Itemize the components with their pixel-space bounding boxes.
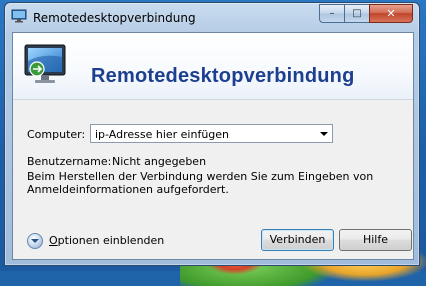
show-options-accelerator: O — [49, 234, 58, 247]
minimize-icon: – — [329, 7, 335, 19]
remote-desktop-icon[interactable] — [11, 9, 27, 23]
caption-buttons: – □ ✕ — [319, 4, 413, 23]
computer-combobox[interactable]: ip-Adresse hier einfügen — [90, 124, 333, 143]
banner-title: Remotedesktopverbindung — [91, 65, 355, 87]
dropdown-arrow-icon[interactable] — [320, 132, 328, 136]
close-button[interactable]: ✕ — [369, 4, 413, 23]
dialog-footer: Optionen einblenden Verbinden Hilfe — [13, 224, 413, 259]
info-text-line-1: Beim Herstellen der Verbindung werden Si… — [27, 170, 374, 183]
username-label: Benutzername: — [27, 155, 112, 168]
dialog-client-area: Remotedesktopverbindung Computer: ip-Adr… — [12, 32, 414, 260]
help-button[interactable]: Hilfe — [339, 229, 412, 251]
remote-desktop-monitor-icon — [23, 41, 69, 89]
username-value: Nicht angegeben — [112, 155, 207, 168]
info-text-line-2: Anmeldeinformationen aufgefordert. — [27, 183, 229, 196]
computer-label: Computer: — [27, 128, 86, 141]
maximize-icon: □ — [352, 7, 362, 19]
close-icon: ✕ — [386, 7, 396, 20]
minimize-button[interactable]: – — [319, 4, 344, 23]
chevron-down-circle-icon[interactable] — [27, 233, 43, 249]
connect-button[interactable]: Verbinden — [261, 229, 334, 251]
maximize-button[interactable]: □ — [344, 4, 369, 23]
header-banner: Remotedesktopverbindung — [13, 33, 413, 100]
window-title: Remotedesktopverbindung — [33, 11, 196, 25]
remote-desktop-window: Remotedesktopverbindung – □ ✕ Remotedesk… — [4, 2, 420, 266]
show-options-link[interactable]: Optionen einblenden — [49, 234, 164, 247]
computer-combobox-value[interactable]: ip-Adresse hier einfügen — [95, 128, 229, 141]
title-bar[interactable]: Remotedesktopverbindung – □ ✕ — [5, 3, 419, 31]
show-options-label: ptionen einblenden — [57, 234, 165, 247]
